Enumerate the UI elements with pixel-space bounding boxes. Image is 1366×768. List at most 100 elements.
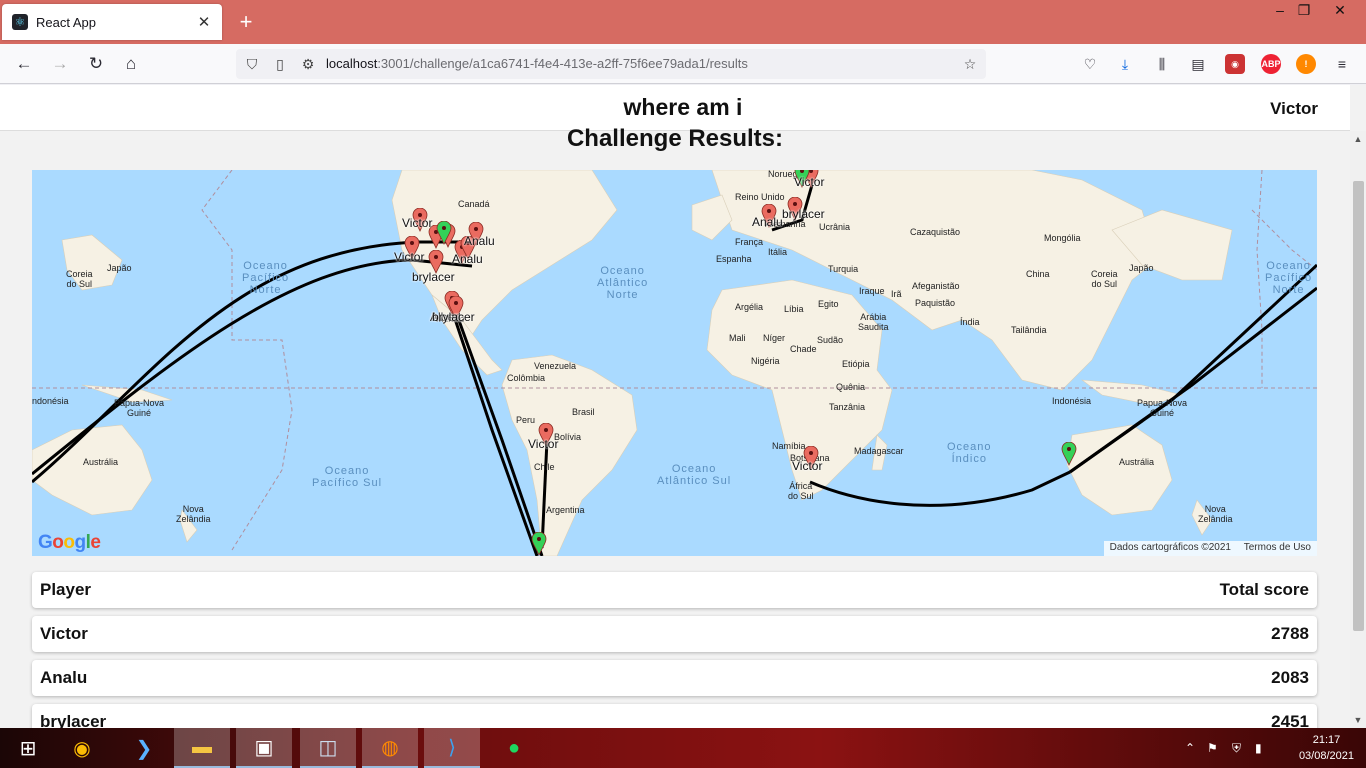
permissions-icon[interactable]: ⚙ bbox=[298, 53, 318, 75]
file-explorer-icon[interactable]: ▬ bbox=[174, 728, 230, 768]
player-score: 2451 bbox=[1271, 712, 1309, 728]
windows-start-icon[interactable]: ⊞ bbox=[0, 728, 56, 768]
map-label-pacific-south: Oceano Pacífico Sul bbox=[312, 465, 383, 490]
user-name[interactable]: Victor bbox=[1270, 99, 1318, 119]
restore-icon[interactable]: ❐ bbox=[1286, 0, 1322, 22]
map-label-sudan: Sudão bbox=[817, 335, 844, 345]
map-label-indonesia-left: ndonésia bbox=[32, 396, 69, 406]
map-label-korea-right: Coreia do Sul bbox=[1091, 269, 1118, 289]
map-label-saudi: Arábia Saudita bbox=[858, 312, 889, 332]
score-row[interactable]: Victor 2788 bbox=[32, 616, 1317, 652]
monitor-icon[interactable]: ◫ bbox=[300, 728, 356, 768]
url-path: :3001/challenge/a1ca6741-f4e4-413e-a2ff-… bbox=[377, 56, 748, 71]
results-map[interactable]: Noruega Reino Unido França Espanha Itália Ale… bbox=[32, 170, 1317, 556]
map-label-ukraine: Ucrânia bbox=[819, 222, 851, 232]
marker-label-na2: Victor bbox=[394, 250, 425, 264]
map-label-chad: Chade bbox=[790, 344, 817, 354]
map-label-chile: Chile bbox=[534, 462, 555, 472]
map-label-madagascar: Madagascar bbox=[854, 446, 904, 456]
map-label-venezuela: Venezuela bbox=[534, 361, 577, 371]
marker-label-na3: Analu bbox=[464, 234, 495, 248]
score-row[interactable]: Analu 2083 bbox=[32, 660, 1317, 696]
map-label-png-left: Papua-Nova Guiné bbox=[114, 398, 165, 418]
google-logo: Google bbox=[38, 532, 101, 553]
scroll-down-icon[interactable]: ▼ bbox=[1350, 712, 1366, 728]
map-label-algeria: Argélia bbox=[735, 302, 764, 312]
alert-extension-icon[interactable]: ! bbox=[1296, 54, 1316, 74]
map-label-italy: Itália bbox=[768, 247, 788, 257]
answer-marker[interactable] bbox=[531, 532, 547, 556]
tray-expand-icon[interactable]: ⌃ bbox=[1185, 728, 1195, 768]
marker-label-sa1: Victor bbox=[528, 437, 559, 451]
downloads-icon[interactable]: ⤓ bbox=[1115, 54, 1135, 74]
map-label-egypt: Egito bbox=[818, 299, 839, 309]
marker-label-eu1: Victor bbox=[794, 175, 825, 189]
sidebar-icon[interactable]: ▤ bbox=[1188, 54, 1208, 74]
map-terms-link[interactable]: Termos de Uso bbox=[1244, 542, 1311, 553]
player-name: Analu bbox=[40, 668, 88, 687]
network-icon[interactable]: ▮ bbox=[1255, 728, 1262, 768]
new-tab-button[interactable]: + bbox=[236, 10, 256, 34]
map-label-korea-left: Coreia do Sul bbox=[66, 269, 93, 289]
extension-icon[interactable]: ◉ bbox=[1225, 54, 1245, 74]
map-label-kazakhstan: Cazaquistão bbox=[910, 227, 961, 237]
map-label-tanzania: Tanzânia bbox=[829, 402, 866, 412]
marker-label-na1: Victor bbox=[402, 216, 433, 230]
forward-icon[interactable]: → bbox=[48, 52, 72, 76]
map-label-canada: Canadá bbox=[458, 199, 490, 209]
map-label-india: Índia bbox=[960, 317, 980, 327]
antivirus-icon[interactable]: ⛨ bbox=[1232, 728, 1241, 768]
flag-icon[interactable]: ⚑ bbox=[1207, 728, 1218, 768]
url-text: localhost:3001/challenge/a1ca6741-f4e4-4… bbox=[326, 56, 748, 71]
map-land bbox=[32, 170, 1233, 556]
firefox-icon[interactable]: ◍ bbox=[362, 728, 418, 768]
library-icon[interactable]: ⫼ bbox=[1152, 54, 1172, 74]
answer-marker[interactable] bbox=[436, 221, 452, 245]
map-label-australia-right: Austrália bbox=[1119, 457, 1155, 467]
map-label-ethiopia: Etiópia bbox=[842, 359, 870, 369]
map-label-peru: Peru bbox=[516, 415, 536, 425]
page-icon[interactable]: ▯ bbox=[270, 53, 290, 75]
menu-icon[interactable]: ≡ bbox=[1332, 54, 1352, 74]
map-label-namibia: Namíbia bbox=[772, 441, 806, 451]
player-column-header: Player bbox=[40, 580, 92, 599]
page-scrollbar[interactable]: ▲ ▼ bbox=[1350, 131, 1366, 728]
map-label-atlantic-north: Oceano Atlântico Norte bbox=[597, 265, 649, 302]
map-label-nz-left: Nova Zelândia bbox=[176, 504, 211, 524]
system-clock[interactable]: 21:17 03/08/2021 bbox=[1299, 732, 1354, 764]
map-label-australia-left: Austrália bbox=[83, 457, 119, 467]
scroll-thumb[interactable] bbox=[1353, 181, 1364, 631]
spotify-icon[interactable]: ● bbox=[486, 728, 542, 768]
pocket-icon[interactable]: ♡ bbox=[1080, 54, 1100, 74]
marker-label-eu2: Analu bbox=[752, 215, 783, 229]
browser-tab[interactable]: ⚛ React App ✕ bbox=[2, 4, 222, 40]
scroll-up-icon[interactable]: ▲ bbox=[1350, 131, 1366, 147]
player-name: brylacer bbox=[40, 712, 107, 728]
reload-icon[interactable]: ↻ bbox=[84, 52, 108, 76]
close-window-icon[interactable]: ✕ bbox=[1322, 0, 1358, 22]
vscode-icon[interactable]: ⟩ bbox=[424, 728, 480, 768]
map-label-brazil: Brasil bbox=[572, 407, 595, 417]
browser-titlebar: ⚛ React App ✕ + – ❐ ✕ bbox=[0, 0, 1366, 44]
tab-close-icon[interactable]: ✕ bbox=[196, 13, 212, 31]
terminal-icon[interactable]: ▣ bbox=[236, 728, 292, 768]
map-label-mali: Mali bbox=[729, 333, 746, 343]
bookmark-star-icon[interactable]: ☆ bbox=[960, 53, 980, 75]
shield-icon[interactable]: ⛉ bbox=[242, 53, 262, 75]
back-icon[interactable]: ← bbox=[12, 52, 36, 76]
map-label-uk: Reino Unido bbox=[735, 192, 785, 202]
map-label-france: França bbox=[735, 237, 764, 247]
chrome-icon[interactable]: ◉ bbox=[54, 728, 110, 768]
map-label-indonesia-right: Indonésia bbox=[1052, 396, 1092, 406]
url-bar[interactable]: ⛉ ▯ ⚙ localhost:3001/challenge/a1ca6741-… bbox=[236, 49, 986, 79]
marker-label-na7: brylacer bbox=[432, 310, 475, 324]
powershell-icon[interactable]: ❯ bbox=[116, 728, 172, 768]
answer-marker[interactable] bbox=[1061, 442, 1077, 466]
adblock-icon[interactable]: ABP bbox=[1261, 54, 1281, 74]
score-row[interactable]: brylacer 2451 bbox=[32, 704, 1317, 728]
react-icon: ⚛ bbox=[12, 14, 28, 30]
player-score: 2083 bbox=[1271, 668, 1309, 687]
app-title: where am i bbox=[623, 94, 743, 120]
tab-title: React App bbox=[36, 14, 96, 30]
home-icon[interactable]: ⌂ bbox=[119, 52, 143, 76]
